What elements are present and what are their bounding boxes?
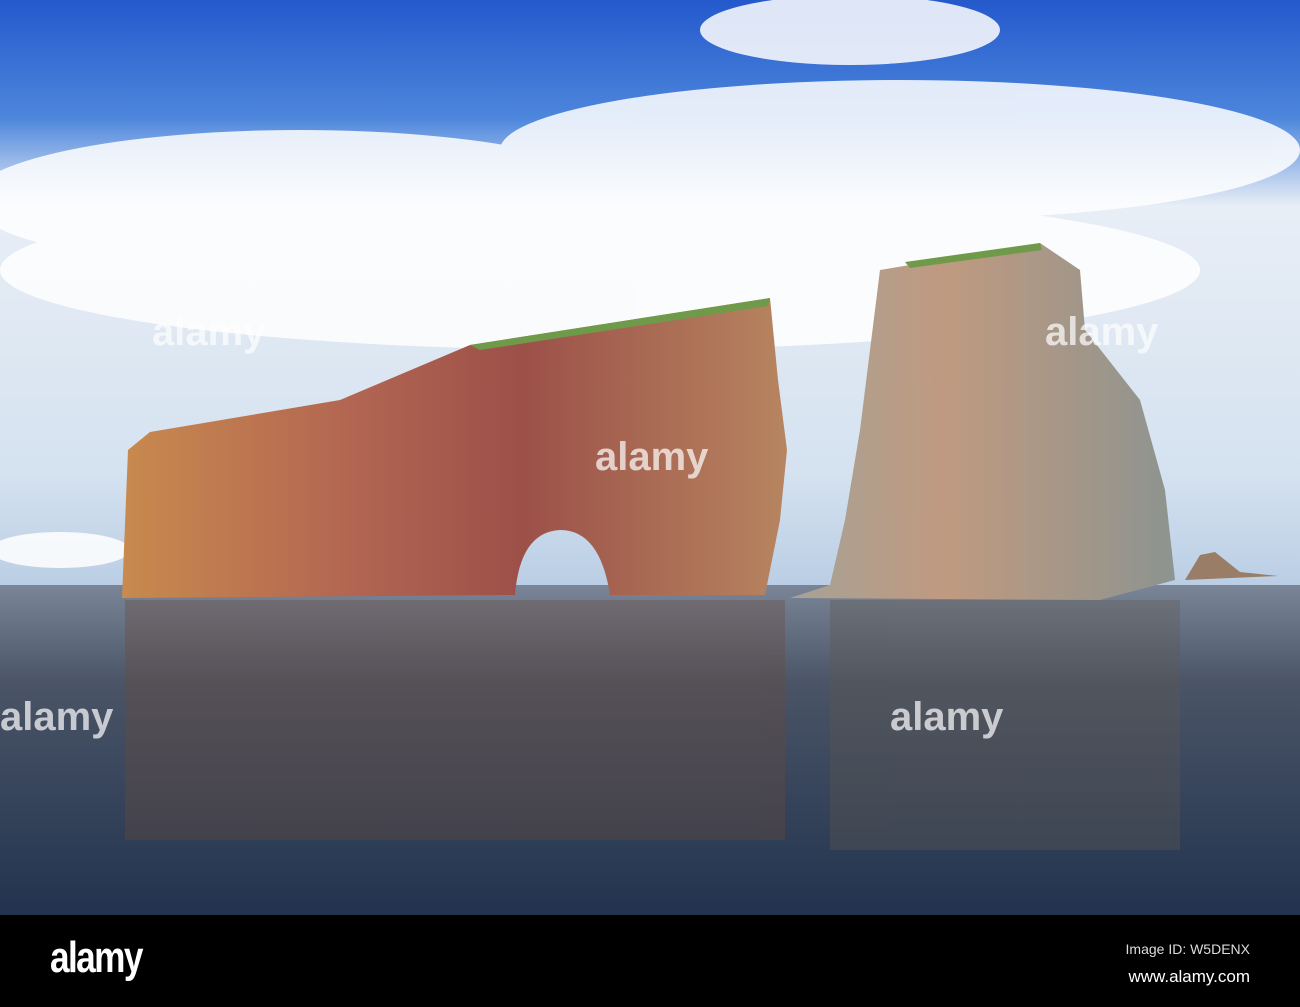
image-id: Image ID: W5DENX	[1125, 941, 1250, 957]
footer-bar: alamy Image ID: W5DENX www.alamy.com	[0, 915, 1300, 1007]
watermark-text: alamy	[0, 695, 114, 739]
reflections	[125, 600, 1180, 850]
site-url: www.alamy.com	[1128, 967, 1250, 986]
watermark-text: alamy	[1045, 310, 1159, 354]
photo-scene: alamy alamy alamy alamy alamy	[0, 0, 1300, 915]
alamy-logo: alamy	[50, 933, 143, 982]
watermark-text: alamy	[890, 695, 1004, 739]
watermark-text: alamy	[595, 435, 709, 479]
watermark-text: alamy	[152, 310, 266, 354]
